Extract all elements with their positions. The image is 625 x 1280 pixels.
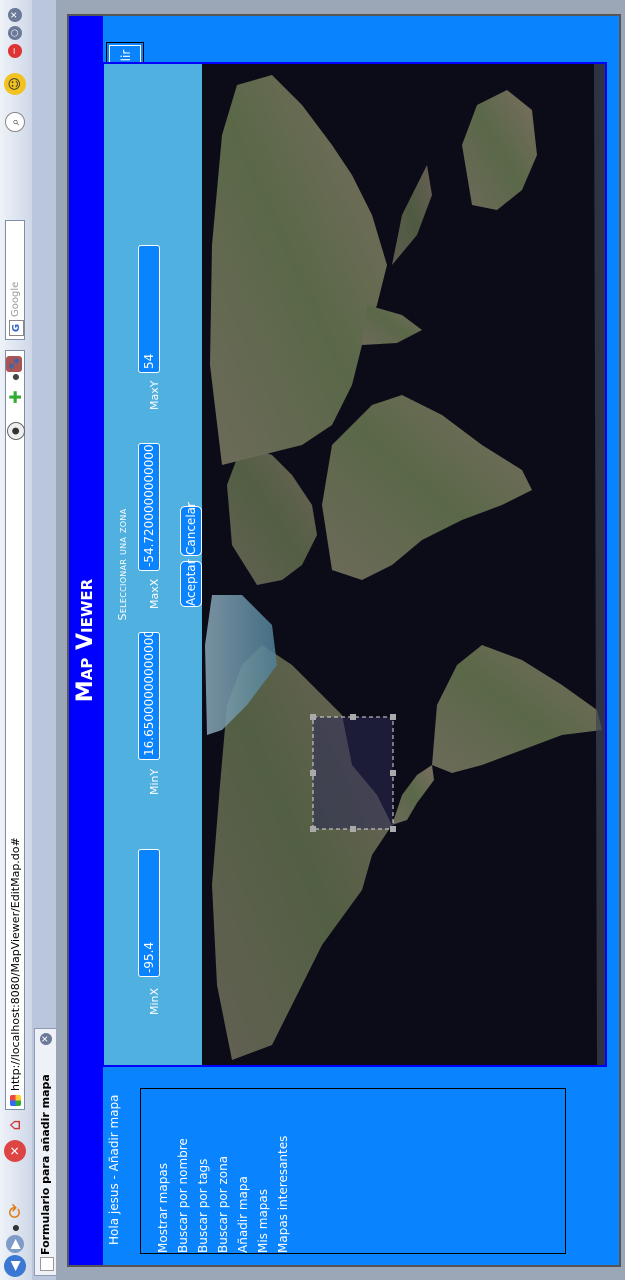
forward-icon[interactable]: ▶ [6,1235,24,1253]
tab-close-icon[interactable]: ✕ [40,1033,52,1045]
addon-puppy-icon[interactable]: 🐾 [6,356,22,372]
menu-item-mis-mapas[interactable]: Mis mapas [253,1093,273,1253]
maxx-label: MaxX [148,578,161,609]
world-map-image [202,64,605,1065]
close-window-icon[interactable]: ✕ [8,8,22,22]
url-text: http://localhost:8080/MapViewer/EditMap.… [9,837,22,1091]
tab-favicon-icon [40,1257,54,1271]
tab-add-map[interactable]: Formulario para añadir mapa ✕ [34,1028,56,1276]
main-panel: Seleccionar una zona MinX -95.4 MinY 16.… [102,62,607,1067]
tab-title: Formulario para añadir mapa [39,1074,52,1255]
selection-handle [310,826,316,832]
reload-icon[interactable]: ⟳ [4,1200,26,1222]
site-favicon-icon [10,1095,21,1106]
go-icon[interactable]: ● [7,422,25,440]
stop-icon[interactable]: ✕ [4,1140,26,1162]
selection-handle [390,770,396,776]
selection-handle [390,826,396,832]
menu-item-buscar-nombre[interactable]: Buscar por nombre [173,1093,193,1253]
app-title: Map Viewer [73,578,98,703]
back-icon[interactable]: ◀ [4,1255,26,1277]
selection-handle [350,714,356,720]
restore-icon[interactable]: ○ [8,26,22,40]
url-field[interactable]: http://localhost:8080/MapViewer/EditMap.… [5,350,25,1110]
home-icon[interactable]: ⌂ [4,1114,26,1136]
maxx-field[interactable]: -54.720000000000001 [138,443,160,571]
browser-toolbar: ◀ ▶ ● ⟳ ✕ ⌂ http://localhost:8080/MapVie… [0,0,33,1280]
menu-item-mostrar-mapas[interactable]: Mostrar mapas [153,1093,173,1253]
cancel-button[interactable]: Cancelar [180,502,202,556]
selection-handle [390,714,396,720]
sidebar-menu: Mostrar mapas Buscar por nombre Buscar p… [153,1093,293,1253]
greeting-text: Hola jesus - Añadir mapa [107,1094,121,1245]
search-placeholder: Google [10,281,21,317]
addon-puzzle-icon[interactable]: ✚ [4,386,26,408]
selection-box[interactable] [310,714,396,832]
magnifier-icon[interactable]: ⌕ [5,112,25,132]
search-field[interactable]: G Google [5,220,25,340]
maxy-label: MaxY [148,380,161,410]
miny-label: MinY [148,768,161,795]
app-container: Map Viewer Hola jesus - Añadir mapa Most… [67,14,621,1267]
rotated-screen: ◀ ▶ ● ⟳ ✕ ⌂ http://localhost:8080/MapVie… [0,0,625,1280]
tab-strip: Formulario para añadir mapa ✕ [32,0,57,1280]
google-icon: G [9,320,24,336]
minx-field[interactable]: -95.4 [138,849,160,977]
history-dropdown-icon[interactable]: ● [4,1223,26,1233]
smiley-icon[interactable]: ☺ [4,73,26,95]
menu-item-mapas-interesantes[interactable]: Mapas interesantes [273,1093,293,1253]
menu-item-buscar-tags[interactable]: Buscar por tags [193,1093,213,1253]
menu-item-anadir-mapa[interactable]: Añadir mapa [233,1093,253,1253]
accept-button[interactable]: Aceptar [180,559,202,607]
zone-form: Seleccionar una zona MinX -95.4 MinY 16.… [104,64,202,1065]
selection-handle [310,714,316,720]
selection-handle [310,770,316,776]
menu-item-buscar-zona[interactable]: Buscar por zona [213,1093,233,1253]
header-bar: Map Viewer [69,16,103,1265]
miny-field[interactable]: 16.650000000000006 [138,632,160,760]
form-title: Seleccionar una zona [116,508,129,621]
maxy-field[interactable]: 54 [138,245,160,373]
minimize-icon[interactable]: − [8,44,22,58]
page-area: Map Viewer Hola jesus - Añadir mapa Most… [56,0,625,1280]
selection-handle [350,826,356,832]
world-map[interactable] [202,64,605,1065]
minx-label: MinX [148,987,161,1015]
